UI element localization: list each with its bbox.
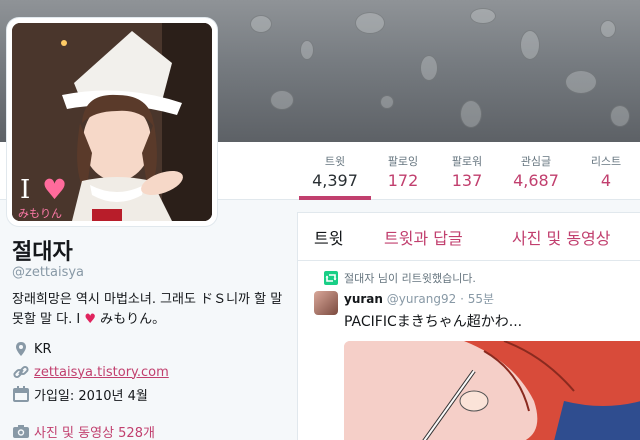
banner-raindrop <box>355 12 385 34</box>
timeline: 트윗 트윗과 답글 사진 및 동영상 절대자 님이 리트윗했습니다. yuran… <box>297 212 640 440</box>
profile-join-date-text: 가입일: 2010년 4월 <box>34 388 148 404</box>
calendar-icon <box>12 385 30 403</box>
banner-raindrop <box>600 20 616 38</box>
profile-location-text: KR <box>34 341 52 357</box>
avatar-heart-icon: ♥ <box>42 173 68 206</box>
profile-location: KR <box>12 339 52 359</box>
profile-join-date: 가입일: 2010년 4월 <box>12 384 148 404</box>
nav-tweets-label: 트윗 <box>324 155 346 168</box>
banner-raindrop <box>565 70 597 94</box>
profile-avatar[interactable]: I ♥ みもりん <box>7 18 217 226</box>
banner-raindrop <box>460 100 482 128</box>
profile-url-text[interactable]: zettaisya.tistory.com <box>34 365 169 380</box>
camera-icon <box>12 422 30 440</box>
banner-raindrop <box>520 30 540 60</box>
nav-lists-count: 4 <box>600 171 612 190</box>
nav-tweets[interactable]: 트윗 4,397 <box>299 142 371 200</box>
tweet-header: yuran @yurang92 · 55분 <box>344 290 494 307</box>
banner-raindrop <box>250 15 272 33</box>
tweet-author-handle[interactable]: @yurang92 <box>387 292 457 306</box>
banner-raindrop <box>420 55 438 81</box>
nav-followers-label: 팔로워 <box>451 155 483 168</box>
profile-screen-name[interactable]: @zettaisya <box>12 265 84 280</box>
avatar-photo: I ♥ みもりん <box>12 23 212 221</box>
location-pin-icon <box>12 340 30 358</box>
tab-tweets[interactable]: 트윗 <box>314 225 343 249</box>
tab-photos-videos[interactable]: 사진 및 동영상 <box>512 225 611 249</box>
tweet-media-illustration <box>344 341 640 440</box>
retweet-context: 절대자 님이 리트윗했습니다. <box>324 270 476 286</box>
retweet-context-text: 절대자 님이 리트윗했습니다. <box>344 272 476 285</box>
timeline-tabs: 트윗 트윗과 답글 사진 및 동영상 <box>298 213 640 261</box>
nav-tweets-count: 4,397 <box>312 171 358 190</box>
avatar-caption: みもりん <box>18 207 62 220</box>
banner-raindrop <box>270 90 294 110</box>
nav-likes-label: 관심글 <box>520 155 552 168</box>
nav-lists[interactable]: 리스트 4 <box>584 142 628 200</box>
tab-tweets-and-replies[interactable]: 트윗과 답글 <box>384 225 463 249</box>
tweet-text: PACIFICまきちゃん超かわ... <box>344 314 523 330</box>
retweet-icon <box>324 271 338 285</box>
nav-lists-label: 리스트 <box>590 155 622 168</box>
banner-raindrop <box>470 8 496 24</box>
tweet-author-name[interactable]: yuran <box>344 292 383 306</box>
link-icon <box>12 363 30 381</box>
profile-media-link-text[interactable]: 사진 및 동영상 528개 <box>34 422 155 440</box>
profile-bio: 장래희망은 역시 마법소녀. 그래도 ドＳ니까 할 말 못할 말 다. I ♥ … <box>12 290 284 330</box>
tweet-timestamp[interactable]: · 55분 <box>460 292 494 306</box>
heart-icon: ♥ <box>84 312 96 327</box>
nav-followers-count: 137 <box>451 171 483 190</box>
profile-media-link[interactable]: 사진 및 동영상 528개 <box>12 421 155 440</box>
profile-name[interactable]: 절대자 <box>12 234 73 266</box>
profile-bio-text: 장래희망은 역시 마법소녀. 그래도 ドＳ니까 할 말 못할 말 다. I ♥ … <box>12 292 283 327</box>
avatar-letter: I <box>20 175 31 205</box>
nav-likes[interactable]: 관심글 4,687 <box>508 142 564 200</box>
nav-followers[interactable]: 팔로워 137 <box>444 142 490 200</box>
nav-following[interactable]: 팔로잉 172 <box>380 142 426 200</box>
tweet-author-avatar[interactable] <box>314 291 338 315</box>
banner-raindrop <box>300 40 314 60</box>
profile-url[interactable]: zettaisya.tistory.com <box>12 362 169 382</box>
nav-likes-count: 4,687 <box>513 171 559 190</box>
banner-raindrop <box>380 95 394 109</box>
banner-raindrop <box>610 105 630 127</box>
nav-following-count: 172 <box>387 171 419 190</box>
tweet-media-image[interactable] <box>344 341 640 440</box>
nav-following-label: 팔로잉 <box>387 155 419 168</box>
